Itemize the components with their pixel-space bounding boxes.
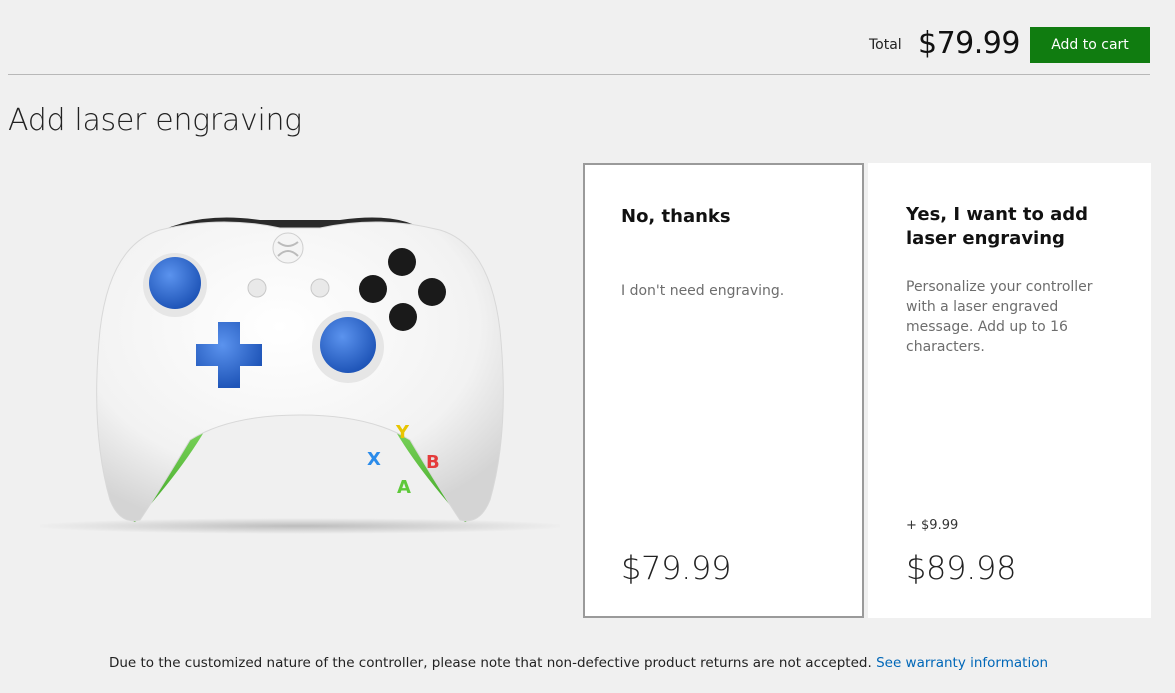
- option-add-engraving[interactable]: Yes, I want to add laser engraving Perso…: [868, 163, 1151, 618]
- header-bar: Total $79.99 Add to cart: [0, 0, 1175, 74]
- option-price: $89.98: [906, 549, 1017, 587]
- controller-image: Y X B A: [30, 170, 570, 550]
- controller-illustration: [30, 217, 570, 534]
- total-label: Total: [869, 37, 902, 53]
- option-price: $79.99: [621, 549, 732, 587]
- warranty-link[interactable]: See warranty information: [876, 655, 1048, 671]
- button-a-label: A: [397, 477, 411, 498]
- add-to-cart-button[interactable]: Add to cart: [1030, 27, 1150, 63]
- button-y-label: Y: [396, 422, 410, 443]
- page-title: Add laser engraving: [8, 103, 302, 138]
- option-description: Personalize your controller with a laser…: [906, 279, 1093, 355]
- header-divider: [8, 74, 1150, 75]
- returns-notice-text: Due to the customized nature of the cont…: [108, 655, 872, 671]
- button-x-label: X: [367, 449, 381, 470]
- option-title: Yes, I want to add laser engraving: [906, 204, 1088, 249]
- total-price: $79.99: [918, 26, 1020, 61]
- returns-notice: Due to the customized nature of the cont…: [0, 655, 1157, 671]
- button-b-label: B: [426, 452, 440, 473]
- option-no-engraving[interactable]: No, thanks I don't need engraving. $79.9…: [583, 163, 864, 618]
- option-title: No, thanks: [621, 206, 731, 227]
- option-description: I don't need engraving.: [621, 283, 785, 299]
- option-addon-price: + $9.99: [906, 518, 959, 533]
